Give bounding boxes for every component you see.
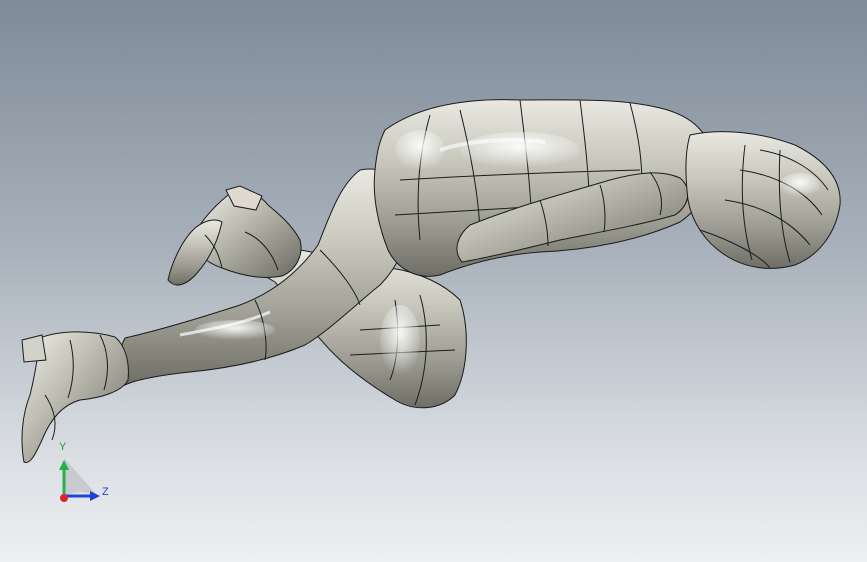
- 3d-model[interactable]: [0, 0, 867, 562]
- head: [685, 131, 841, 269]
- z-axis-label: Z: [102, 486, 109, 498]
- x-axis-dot: [60, 494, 68, 502]
- graphics-viewport[interactable]: Y Z: [0, 0, 867, 562]
- z-axis-arrow: [90, 491, 100, 501]
- y-axis-label: Y: [59, 441, 67, 453]
